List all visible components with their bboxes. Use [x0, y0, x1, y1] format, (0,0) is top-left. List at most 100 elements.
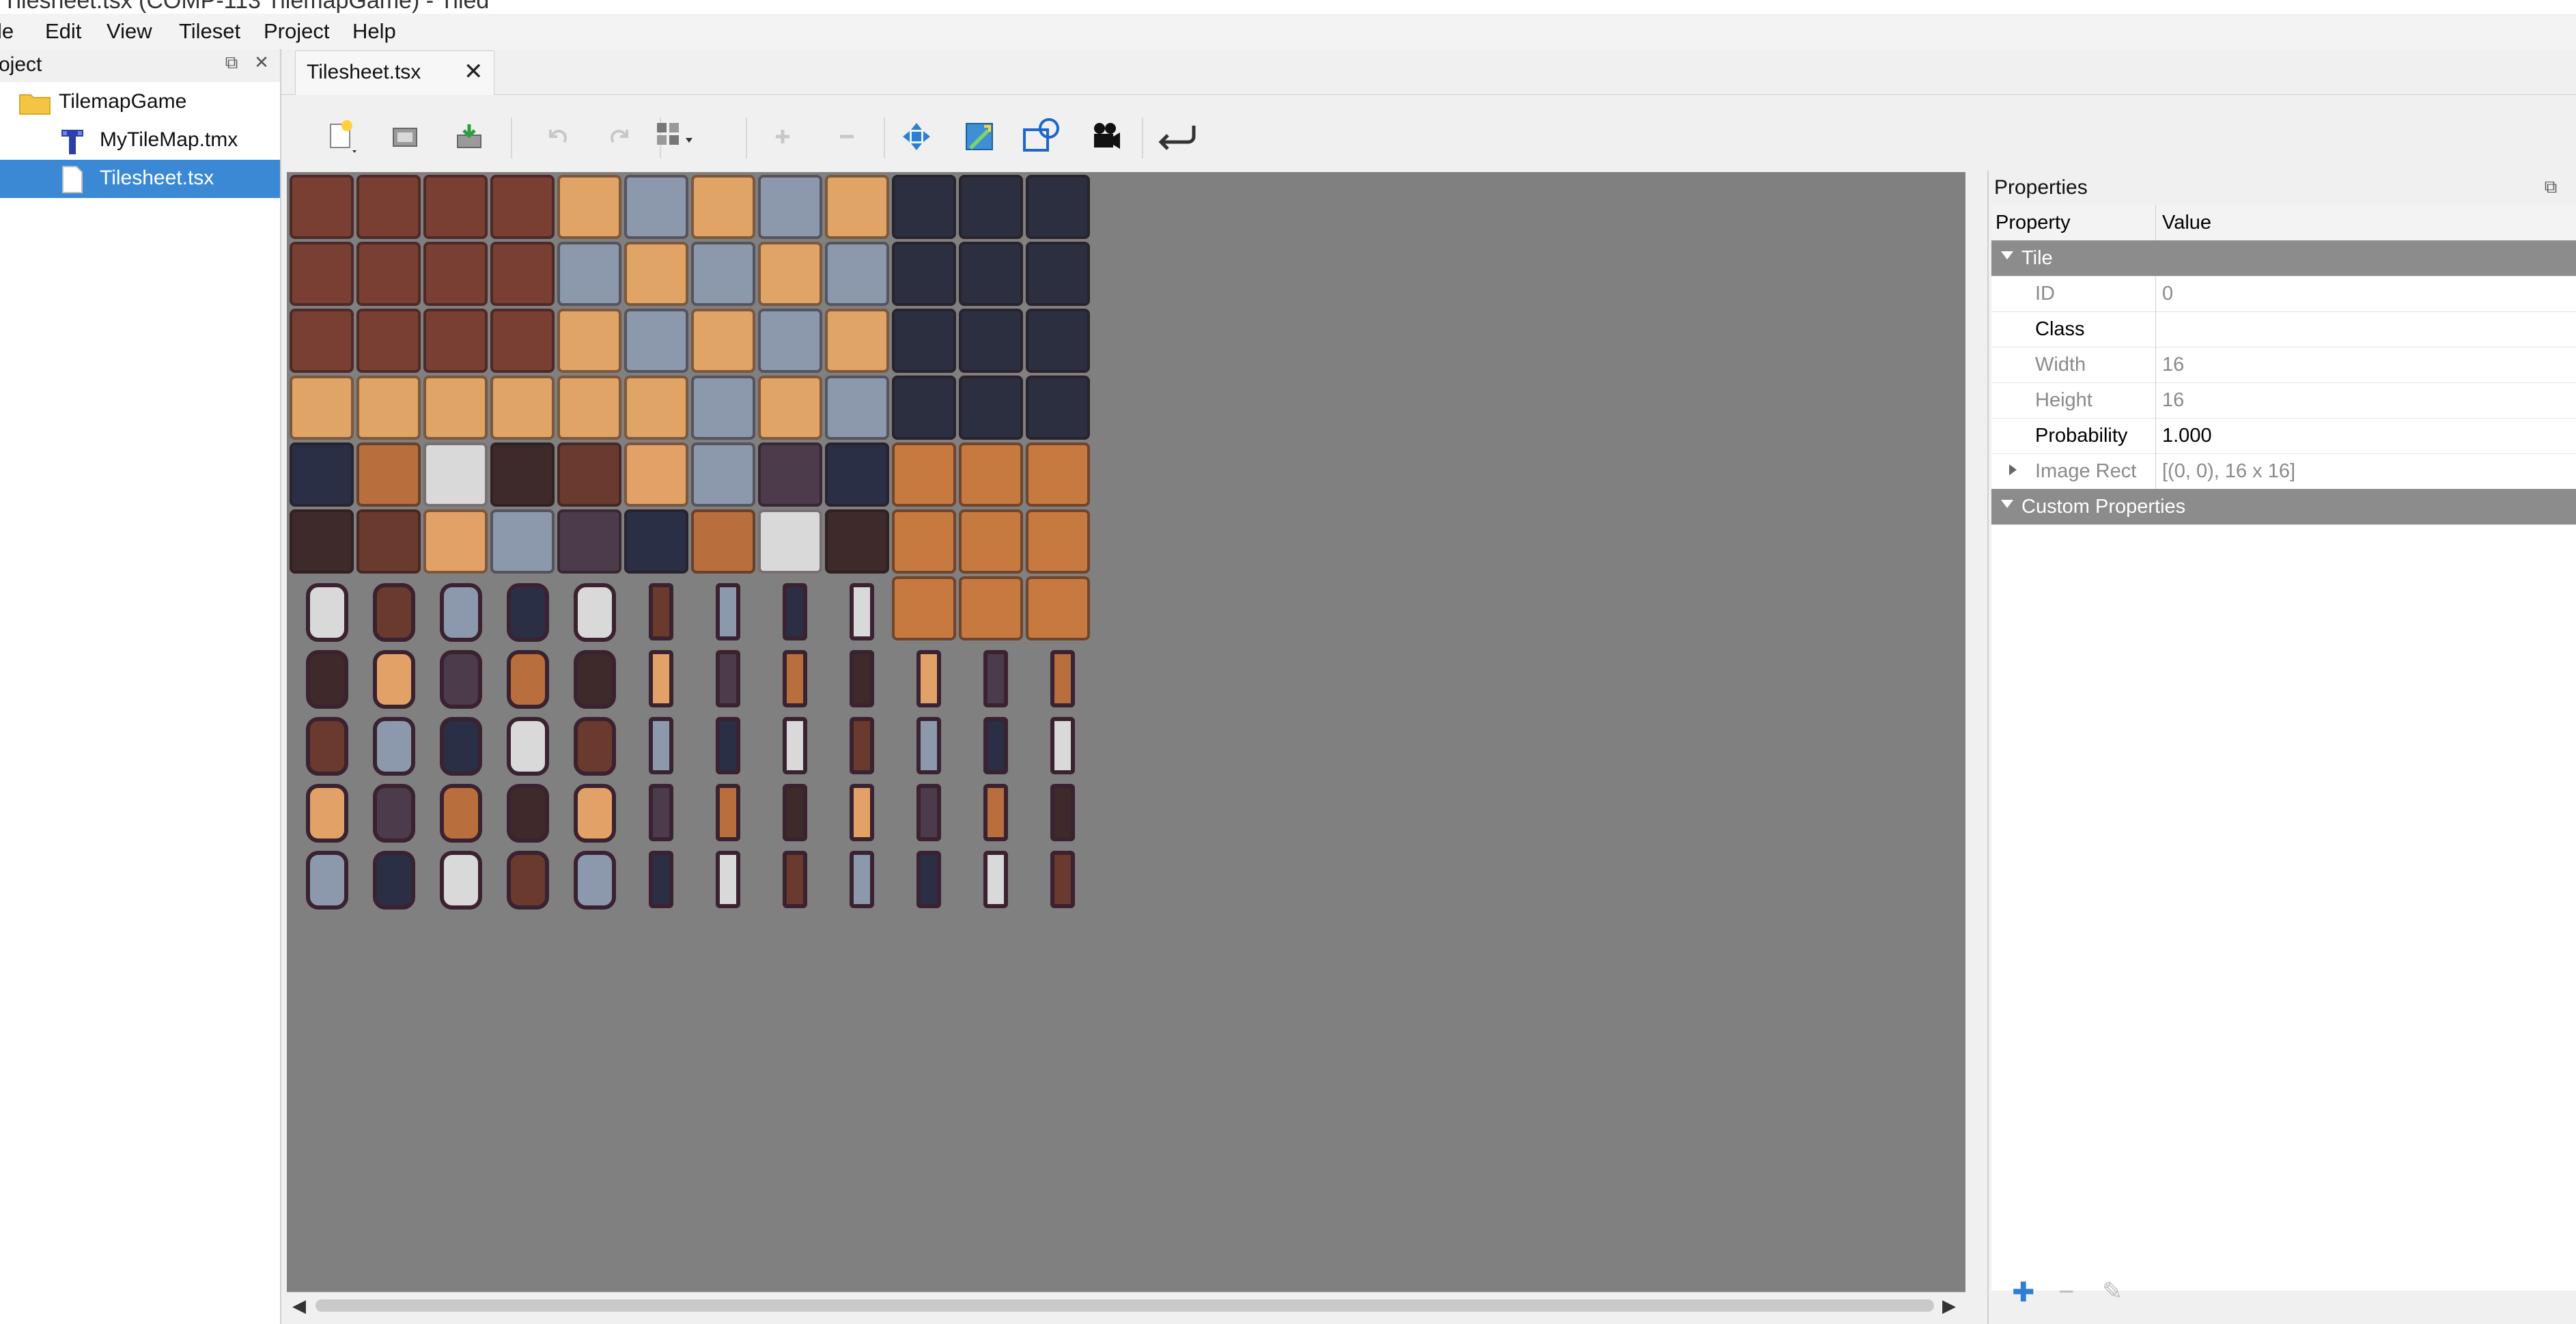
tile[interactable] [691, 376, 755, 440]
tile[interactable] [691, 643, 755, 707]
open-icon[interactable] [385, 116, 426, 157]
tile[interactable] [557, 710, 621, 776]
tile[interactable] [691, 175, 755, 239]
tile[interactable] [356, 509, 421, 574]
tile[interactable] [356, 175, 421, 239]
tile[interactable] [423, 242, 488, 306]
tile[interactable] [1026, 643, 1090, 707]
tile[interactable] [490, 242, 555, 306]
tile[interactable] [624, 309, 688, 373]
tile[interactable] [825, 509, 889, 574]
float-panel-icon[interactable]: ⧉ [2543, 178, 2558, 195]
menu-project[interactable]: Project [264, 19, 329, 44]
tile[interactable] [825, 710, 889, 774]
group-custom-properties[interactable]: Custom Properties [1991, 489, 2576, 525]
tile[interactable] [691, 844, 755, 908]
tile[interactable] [557, 643, 621, 709]
tile[interactable] [758, 242, 822, 306]
shape-select-icon[interactable] [1022, 116, 1063, 157]
tile[interactable] [691, 309, 755, 373]
tile[interactable] [557, 844, 621, 910]
tile[interactable] [557, 576, 621, 642]
tile[interactable] [1026, 175, 1090, 239]
tree-item-tilesheet[interactable]: Tilesheet.tsx [0, 160, 280, 198]
animation-editor-icon[interactable] [1084, 116, 1125, 157]
close-tab-icon[interactable]: ✕ [464, 58, 484, 85]
tile[interactable] [758, 376, 822, 440]
tile[interactable] [356, 643, 421, 709]
tile[interactable] [423, 175, 488, 239]
tile[interactable] [758, 442, 822, 507]
save-icon[interactable] [449, 116, 490, 157]
tile[interactable] [959, 576, 1023, 640]
tile[interactable] [691, 242, 755, 306]
tile[interactable] [490, 777, 555, 843]
tile[interactable] [825, 376, 889, 440]
tile[interactable] [691, 442, 755, 507]
scroll-left-icon[interactable]: ◀ [292, 1295, 306, 1316]
menu-file[interactable]: le [0, 19, 14, 44]
tile[interactable] [356, 376, 421, 440]
tile[interactable] [356, 777, 421, 843]
tile[interactable] [423, 576, 488, 642]
undo-icon[interactable] [537, 116, 578, 157]
scrollbar-thumb[interactable] [316, 1299, 1934, 1312]
tile[interactable] [959, 777, 1023, 841]
rename-property-icon[interactable]: ✎ [2102, 1277, 2123, 1306]
tile[interactable] [959, 309, 1023, 373]
tile[interactable] [423, 844, 488, 910]
tile[interactable] [290, 643, 354, 709]
tile[interactable] [1026, 576, 1090, 640]
tile[interactable] [290, 376, 354, 440]
tile[interactable] [1026, 777, 1090, 841]
tile[interactable] [1026, 242, 1090, 306]
tile[interactable] [490, 309, 555, 373]
menu-help[interactable]: Help [352, 19, 396, 44]
tile[interactable] [290, 509, 354, 574]
tree-item-tilemapgame[interactable]: TilemapGame [0, 83, 280, 122]
tile[interactable] [624, 710, 688, 774]
tile[interactable] [892, 175, 956, 239]
tile[interactable] [691, 710, 755, 774]
tile[interactable] [557, 242, 621, 306]
property-row-probability[interactable]: Probability 1.000 [1991, 418, 2576, 454]
tileset-canvas[interactable] [287, 172, 1965, 1292]
tile[interactable] [356, 442, 421, 507]
tile[interactable] [825, 309, 889, 373]
new-tileset-icon[interactable] [322, 116, 363, 157]
remove-tiles-icon[interactable] [826, 116, 867, 157]
tile[interactable] [557, 509, 621, 574]
menu-view[interactable]: View [107, 19, 152, 44]
tile[interactable] [290, 442, 354, 507]
tile[interactable] [758, 643, 822, 707]
move-icon[interactable] [896, 116, 937, 157]
tile[interactable] [1026, 442, 1090, 507]
tile[interactable] [892, 242, 956, 306]
menu-edit[interactable]: Edit [45, 19, 81, 44]
tile[interactable] [356, 576, 421, 642]
tile[interactable] [423, 643, 488, 709]
tile[interactable] [290, 175, 354, 239]
tile[interactable] [959, 844, 1023, 908]
tile[interactable] [758, 777, 822, 841]
tile[interactable] [825, 576, 889, 640]
rearrange-icon[interactable] [1156, 116, 1196, 157]
tile[interactable] [758, 844, 822, 908]
tile[interactable] [624, 844, 688, 908]
tile[interactable] [356, 309, 421, 373]
tile[interactable] [959, 242, 1023, 306]
tile[interactable] [691, 576, 755, 640]
tile[interactable] [758, 309, 822, 373]
tile[interactable] [624, 643, 688, 707]
tile[interactable] [758, 175, 822, 239]
tile[interactable] [423, 509, 488, 574]
scroll-right-icon[interactable]: ▶ [1942, 1295, 1956, 1316]
edit-collision-icon[interactable] [959, 116, 1000, 157]
tile[interactable] [959, 442, 1023, 507]
float-panel-icon[interactable]: ⧉ [224, 53, 239, 71]
tile[interactable] [825, 242, 889, 306]
tile[interactable] [892, 576, 956, 640]
tile[interactable] [892, 309, 956, 373]
tile[interactable] [356, 710, 421, 776]
tile[interactable] [423, 777, 488, 843]
